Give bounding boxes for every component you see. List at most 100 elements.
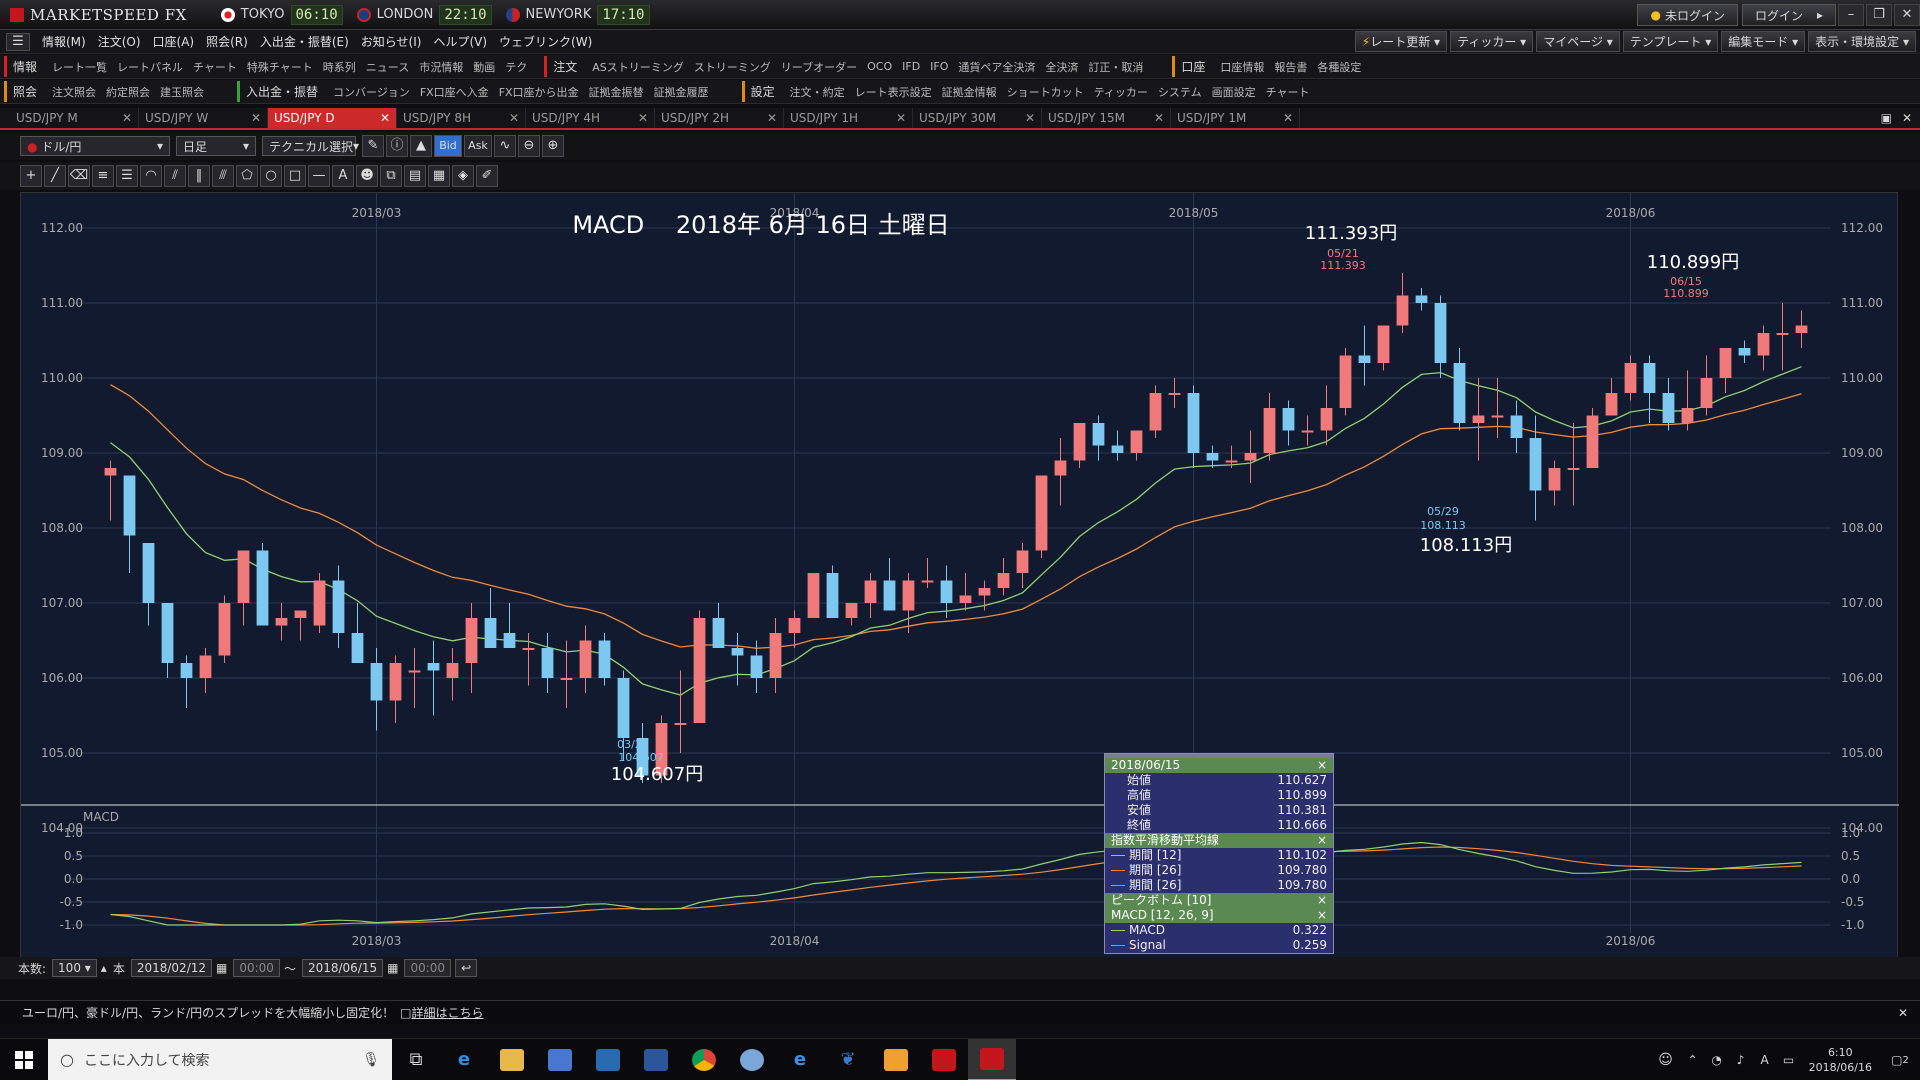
parallel-icon[interactable]: ⫻ (212, 165, 234, 187)
vlines-icon[interactable]: ‖ (188, 165, 210, 187)
end-date-input[interactable]: 2018/06/15 (301, 959, 384, 977)
tb-video[interactable]: 動画 (468, 59, 500, 75)
tb-settle-all[interactable]: 全決済 (1040, 59, 1083, 75)
tb-rate-panel[interactable]: レートパネル (112, 59, 188, 75)
tb-ifd[interactable]: IFD (897, 60, 925, 73)
tb-market-info[interactable]: 市況情報 (414, 59, 468, 75)
crosshair-icon[interactable]: + (20, 165, 42, 187)
tab-usd-jpy-15m[interactable]: USD/JPY 15M ✕ (1042, 108, 1171, 128)
tab-usd-jpy-8h[interactable]: USD/JPY 8H ✕ (397, 108, 526, 128)
tb-pair-settle-all[interactable]: 通貨ペア全決済 (953, 59, 1040, 75)
tb-system[interactable]: システム (1153, 84, 1207, 100)
tab-usd-jpy-m[interactable]: USD/JPY M ✕ (10, 108, 139, 128)
tab-usd-jpy-30m[interactable]: USD/JPY 30M ✕ (913, 108, 1042, 128)
tb-rate-list[interactable]: レート一覧 (47, 59, 112, 75)
tb-report[interactable]: 報告書 (1269, 59, 1312, 75)
close-icon[interactable]: × (1317, 759, 1327, 772)
app-orange-icon[interactable] (872, 1039, 920, 1080)
app-window-icon[interactable] (584, 1039, 632, 1080)
action-icon[interactable]: ▭ (1777, 1039, 1801, 1080)
start-date-input[interactable]: 2018/02/12 (130, 959, 213, 977)
tb-position-inquiry[interactable]: 建玉照会 (155, 84, 209, 100)
info-icon[interactable]: ⓘ (386, 135, 408, 157)
fan-icon[interactable]: ◠ (140, 165, 162, 187)
tb-screen-settings[interactable]: 画面設定 (1207, 84, 1261, 100)
menu-transfer[interactable]: 入出金・振替(E) (254, 33, 355, 50)
chart-type-icon[interactable]: ∿ (494, 135, 516, 157)
marketspeed-fx-icon[interactable] (968, 1039, 1016, 1080)
tb-chart-settings[interactable]: チャート (1261, 84, 1315, 100)
area-chart-icon[interactable]: ▲ (410, 135, 432, 157)
paint-icon[interactable] (728, 1039, 776, 1080)
tb-margin-transfer[interactable]: 証拠金振替 (584, 84, 649, 100)
system-clock[interactable]: 6:10 2018/06/16 (1809, 1045, 1872, 1075)
candlestick-chart[interactable]: 112.00 112.00 111.00 111.00 110.00 110.00 109.… (21, 193, 1899, 959)
tb-order-execution[interactable]: 注文・約定 (785, 84, 850, 100)
tab-close-icon[interactable]: ✕ (1025, 111, 1035, 125)
tb-news[interactable]: ニュース (361, 59, 414, 75)
tb-deposit[interactable]: FX口座へ入金 (415, 84, 494, 100)
restore-button[interactable]: ❐ (1866, 4, 1892, 26)
tab-close-icon[interactable]: ✕ (1283, 111, 1293, 125)
menu-info[interactable]: 情報(M) (36, 33, 92, 50)
word-icon[interactable] (632, 1039, 680, 1080)
notification-center[interactable]: ▢ 2 (1880, 1039, 1920, 1080)
count-select[interactable]: 100 ▾ (52, 959, 97, 977)
ime-icon[interactable]: A (1753, 1039, 1777, 1080)
edit-mode-button[interactable]: 編集モード ▾ (1721, 31, 1806, 52)
tab-close-icon[interactable]: ✕ (122, 111, 132, 125)
volume-icon[interactable]: ♪ (1729, 1039, 1753, 1080)
tb-chart[interactable]: チャート (188, 59, 242, 75)
trendline-icon[interactable]: ╱ (44, 165, 66, 187)
hamburger-menu-icon[interactable]: ☰ (6, 32, 30, 51)
calendar-icon[interactable]: ▦ (387, 961, 398, 975)
tab-usd-jpy-2h[interactable]: USD/JPY 2H ✕ (655, 108, 784, 128)
tb-ticker[interactable]: ティッカー (1089, 84, 1153, 100)
tb-special-chart[interactable]: 特殊チャート (242, 59, 318, 75)
marketspeed-icon[interactable] (920, 1039, 968, 1080)
delete-drawing-icon[interactable]: ▦ (428, 165, 450, 187)
tb-timeseries[interactable]: 時系列 (318, 59, 361, 75)
settings-icon[interactable]: ✐ (476, 165, 498, 187)
copy-icon[interactable]: ⧉ (380, 165, 402, 187)
login-button[interactable]: ログイン ▸ (1741, 4, 1836, 26)
menu-order[interactable]: 注文(O) (92, 33, 147, 50)
close-button[interactable]: ✕ (1894, 4, 1920, 26)
display-settings-button[interactable]: 表示・環境設定 ▾ (1808, 31, 1916, 52)
tb-leave-order[interactable]: リーブオーダー (776, 59, 862, 75)
tab-close-icon[interactable]: ✕ (509, 111, 519, 125)
pitchfork-icon[interactable]: ⫽ (164, 165, 186, 187)
chart-area[interactable]: 112.00 112.00 111.00 111.00 110.00 110.00 109.… (20, 192, 1899, 959)
app-feather-icon[interactable]: ❦ (824, 1039, 872, 1080)
tb-execution-inquiry[interactable]: 約定照会 (101, 84, 155, 100)
task-view-icon[interactable]: ⧉ (392, 1039, 440, 1080)
tb-account-info[interactable]: 口座情報 (1215, 59, 1269, 75)
chevron-up-icon[interactable]: ⌃ (1681, 1039, 1705, 1080)
paste-icon[interactable]: ▤ (404, 165, 426, 187)
period-select[interactable]: 日足 ▾ (176, 136, 256, 156)
microphone-icon[interactable]: 🎙 (362, 1052, 380, 1068)
close-icon[interactable]: × (1317, 909, 1327, 922)
tb-ifo[interactable]: IFO (925, 60, 953, 73)
menu-account[interactable]: 口座(A) (147, 33, 201, 50)
pentagon-icon[interactable]: ⬠ (236, 165, 258, 187)
tb-oco[interactable]: OCO (862, 60, 897, 73)
tab-close-icon[interactable]: ✕ (896, 111, 906, 125)
menu-notice[interactable]: お知らせ(I) (355, 33, 428, 50)
tab-close-icon[interactable]: ✕ (251, 111, 261, 125)
tab-usd-jpy-1h[interactable]: USD/JPY 1H ✕ (784, 108, 913, 128)
tab-close-icon[interactable]: ✕ (1154, 111, 1164, 125)
tab-usd-jpy-1m[interactable]: USD/JPY 1M ✕ (1171, 108, 1300, 128)
mypage-button[interactable]: マイページ ▾ (1536, 31, 1620, 52)
maximize-icon[interactable]: ▣ (1881, 111, 1892, 125)
text-icon[interactable]: A (332, 165, 354, 187)
login-status-button[interactable]: ● 未ログイン (1637, 4, 1738, 26)
taskbar-search-box[interactable]: ○ ここに入力して検索 🎙 (48, 1039, 392, 1080)
tb-margin-info[interactable]: 証拠金情報 (937, 84, 1002, 100)
pair-select[interactable]: ● ドル/円 ▾ (20, 136, 170, 156)
tab-close-icon[interactable]: ✕ (638, 111, 648, 125)
start-time-input[interactable]: 00:00 (233, 959, 280, 977)
eraser-icon[interactable]: ⌫ (68, 165, 90, 187)
tb-tech[interactable]: テク (500, 59, 532, 75)
chrome-icon[interactable] (680, 1039, 728, 1080)
